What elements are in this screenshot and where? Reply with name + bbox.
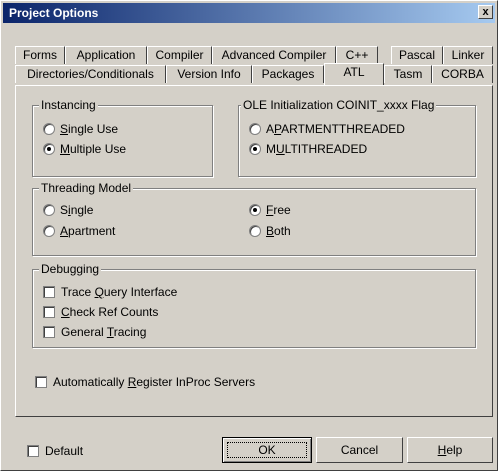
tab-directories-conditionals[interactable]: Directories/Conditionals — [15, 65, 166, 83]
close-button[interactable]: x — [478, 5, 493, 19]
tab-cpp[interactable]: C++ — [336, 46, 378, 64]
help-button[interactable]: Help — [407, 437, 493, 463]
tab-corba[interactable]: CORBA — [432, 65, 493, 83]
debugging-label: Debugging — [39, 262, 102, 276]
ole-apartmentthreaded-radio[interactable]: APARTMENTTHREADED — [249, 120, 405, 136]
instancing-single-use-radio[interactable]: Single Use — [43, 120, 118, 136]
radio-indicator — [43, 122, 55, 135]
window-title: Project Options — [9, 6, 99, 20]
radio-indicator — [249, 224, 261, 237]
radio-indicator — [43, 203, 55, 216]
tab-version-info[interactable]: Version Info — [166, 65, 252, 83]
threading-free-radio[interactable]: Free — [249, 201, 291, 217]
general-tracing-checkbox[interactable]: General Tracing — [43, 323, 146, 339]
radio-indicator — [43, 224, 55, 237]
project-options-dialog: Project Options x Forms Application Comp… — [0, 0, 498, 471]
tab-application[interactable]: Application — [65, 46, 147, 64]
checkbox-box — [43, 285, 55, 298]
tab-tasm[interactable]: Tasm — [384, 65, 432, 83]
radio-indicator-selected — [249, 142, 261, 155]
trace-query-interface-checkbox[interactable]: Trace Query Interface — [43, 283, 177, 299]
ok-button[interactable]: OK — [222, 437, 312, 463]
checkbox-box — [43, 305, 55, 318]
checkbox-box — [43, 325, 55, 338]
tab-pascal[interactable]: Pascal — [391, 46, 443, 64]
ole-multithreaded-radio[interactable]: MULTITHREADED — [249, 140, 367, 156]
tab-compiler[interactable]: Compiler — [147, 46, 212, 64]
tab-linker[interactable]: Linker — [443, 46, 493, 64]
ole-init-label: OLE Initialization COINIT_xxxx Flag — [241, 98, 437, 112]
instancing-label: Instancing — [39, 98, 98, 112]
default-checkbox[interactable]: Default — [27, 442, 83, 458]
checkbox-box — [27, 444, 39, 457]
cancel-button[interactable]: Cancel — [316, 437, 403, 463]
radio-indicator-selected — [43, 142, 55, 155]
tab-forms[interactable]: Forms — [15, 46, 65, 64]
focus-rect — [227, 442, 307, 458]
auto-register-inproc-checkbox[interactable]: Automatically Register InProc Servers — [35, 373, 255, 389]
tab-advanced-compiler[interactable]: Advanced Compiler — [212, 46, 336, 64]
tab-packages[interactable]: Packages — [252, 65, 324, 83]
tab-atl[interactable]: ATL — [324, 63, 384, 85]
title-bar[interactable]: Project Options x — [3, 3, 495, 23]
default-label: Default — [45, 443, 84, 458]
radio-indicator — [249, 122, 261, 135]
radio-indicator-selected — [249, 203, 261, 216]
instancing-multiple-use-radio[interactable]: Multiple Use — [43, 140, 126, 156]
threading-apartment-radio[interactable]: Apartment — [43, 222, 115, 238]
threading-model-label: Threading Model — [39, 181, 134, 195]
checkbox-box — [35, 375, 47, 388]
check-ref-counts-checkbox[interactable]: Check Ref Counts — [43, 303, 158, 319]
threading-single-radio[interactable]: Single — [43, 201, 93, 217]
threading-both-radio[interactable]: Both — [249, 222, 291, 238]
